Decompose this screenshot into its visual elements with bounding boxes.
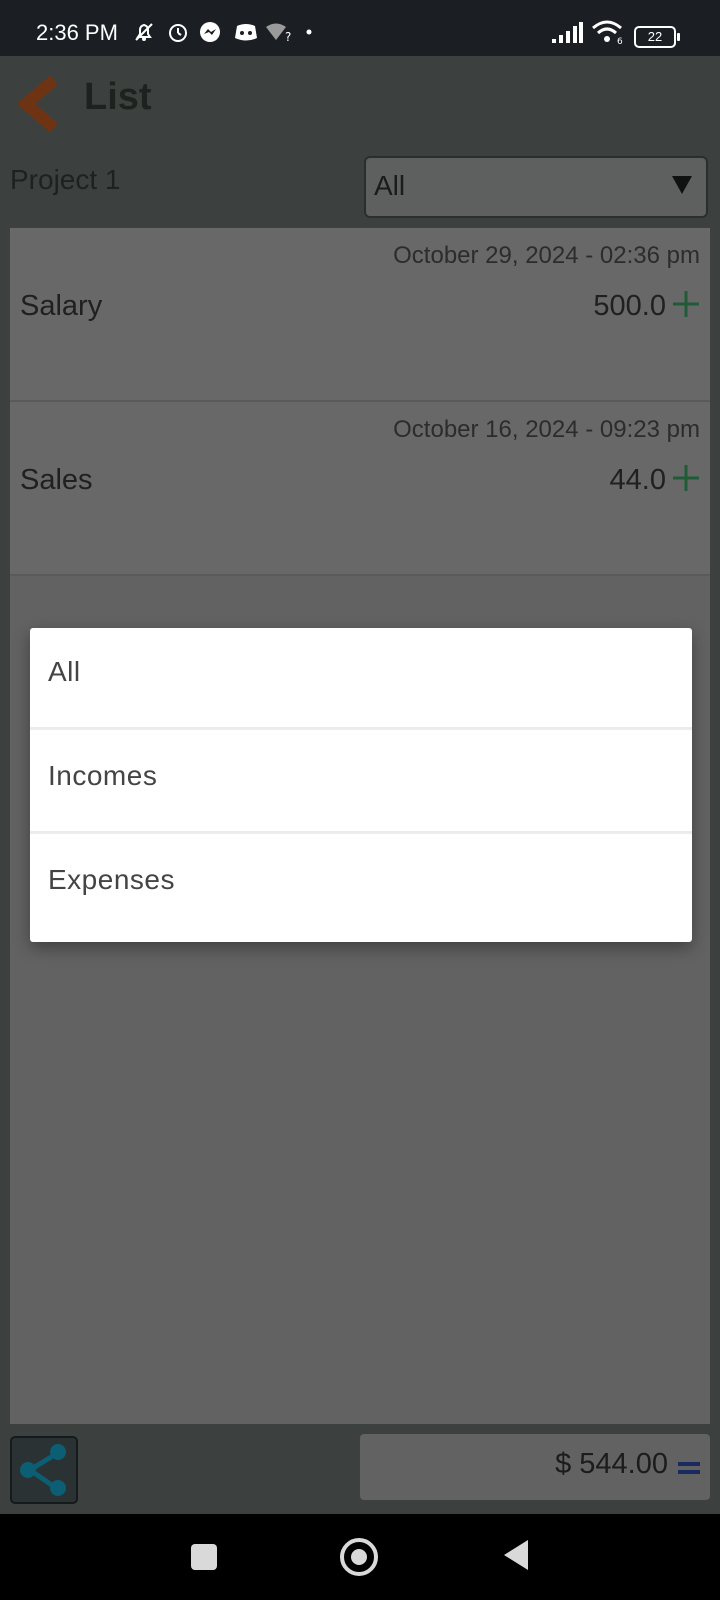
discord-icon bbox=[232, 20, 260, 44]
list-item[interactable]: October 29, 2024 - 02:36 pm Salary 500.0 bbox=[10, 228, 710, 402]
entry-amount: 44.0 bbox=[609, 464, 666, 496]
mute-bell-icon bbox=[132, 20, 156, 44]
app-header: List bbox=[0, 56, 720, 148]
entry-name: Salary bbox=[20, 290, 103, 322]
share-icon bbox=[12, 1444, 76, 1506]
menu-item-label: All bbox=[48, 656, 81, 687]
entry-date: October 16, 2024 - 09:23 pm bbox=[393, 416, 700, 443]
menu-item-expenses[interactable]: Expenses bbox=[30, 836, 692, 938]
menu-item-label: Incomes bbox=[48, 760, 158, 791]
plus-icon bbox=[670, 288, 702, 320]
menu-item-incomes[interactable]: Incomes bbox=[30, 732, 692, 834]
list-item[interactable]: October 16, 2024 - 09:23 pm Sales 44.0 bbox=[10, 402, 710, 576]
back-icon[interactable] bbox=[504, 1540, 528, 1570]
status-time: 2:36 PM bbox=[36, 20, 118, 45]
filter-menu: All Incomes Expenses bbox=[30, 628, 692, 942]
filter-value: All bbox=[374, 170, 406, 201]
wifi-question-icon: ? bbox=[264, 20, 294, 44]
project-label: Project 1 bbox=[10, 164, 121, 195]
dot-icon bbox=[304, 20, 314, 44]
signal-icon bbox=[550, 20, 584, 44]
plus-icon bbox=[670, 462, 702, 494]
share-button[interactable] bbox=[10, 1436, 78, 1504]
entry-name: Sales bbox=[20, 464, 93, 496]
chevron-left-icon[interactable] bbox=[16, 74, 64, 134]
status-bar: 2:36 PM ? 6 22 bbox=[0, 0, 720, 56]
menu-item-all[interactable]: All bbox=[30, 628, 692, 730]
total-amount: $ 544.00 bbox=[555, 1448, 668, 1480]
entry-amount: 500.0 bbox=[593, 290, 666, 322]
alarm-icon bbox=[166, 20, 190, 44]
home-icon[interactable] bbox=[340, 1538, 378, 1576]
total-box: $ 544.00 bbox=[360, 1434, 710, 1500]
battery-indicator: 22 bbox=[634, 26, 680, 48]
wifi-icon: 6 bbox=[590, 20, 626, 44]
dropdown-arrow-icon bbox=[672, 176, 692, 194]
menu-item-label: Expenses bbox=[48, 864, 175, 895]
svg-text:6: 6 bbox=[617, 37, 623, 44]
equals-icon bbox=[678, 1462, 700, 1474]
page-title: List bbox=[84, 76, 152, 118]
svg-text:?: ? bbox=[285, 30, 291, 42]
recents-icon[interactable] bbox=[191, 1544, 217, 1570]
entry-date: October 29, 2024 - 02:36 pm bbox=[393, 242, 700, 269]
messenger-icon bbox=[198, 20, 222, 44]
filter-dropdown[interactable]: All bbox=[364, 156, 708, 218]
